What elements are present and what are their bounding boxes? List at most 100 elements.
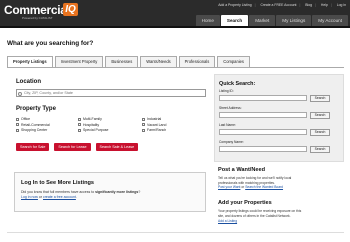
street-address-search-button[interactable]: Search (310, 112, 330, 119)
utility-links: Add a Property Listing | Create a FREE Ac… (214, 3, 346, 7)
quick-search-panel: Quick Search: Listing ID: Search Street … (214, 74, 344, 162)
tab-businesses[interactable]: Businesses (105, 56, 139, 67)
search-icon (18, 91, 22, 96)
want-need-title: Post a Want/Need (218, 167, 266, 173)
footer-divider (7, 232, 344, 233)
listing-id-input[interactable] (219, 95, 307, 101)
logo-wordmark: Commercial (4, 3, 70, 17)
option-multi-family[interactable]: Multi-Family (78, 117, 142, 121)
logo-iq-mark: IQ (63, 3, 78, 16)
tab-baseline (7, 67, 344, 68)
login-promo-box: Log In to See More Listings Did you know… (14, 172, 206, 212)
option-label: Hospitality (83, 122, 100, 127)
tab-wants-needs[interactable]: Wants/Needs (140, 56, 177, 67)
option-label: Retail-Commercial (21, 122, 50, 127)
header-divider (0, 26, 350, 28)
option-label: Industrial (147, 117, 162, 122)
company-name-search-button[interactable]: Search (310, 146, 330, 153)
location-field (16, 89, 206, 97)
nav-tab-search[interactable]: Search (220, 15, 249, 26)
tab-companies[interactable]: Companies (217, 56, 250, 67)
search-for-lease-button[interactable]: Search for Lease (54, 143, 91, 151)
add-property-listing-link[interactable]: Add a Property Listing (218, 3, 251, 7)
option-label: Farm/Ranch (147, 128, 167, 133)
street-address-input[interactable] (219, 112, 307, 118)
tab-professionals[interactable]: Professionals (178, 56, 216, 67)
option-special-purpose[interactable]: Special Purpose (78, 128, 142, 132)
checkbox[interactable] (142, 128, 145, 132)
login-link[interactable]: Log in (337, 3, 346, 7)
nav-tab-my-listings[interactable]: My Listings (276, 15, 312, 26)
option-label: Office (21, 117, 31, 122)
checkbox[interactable] (16, 117, 19, 121)
divider: | (315, 3, 316, 7)
blog-link[interactable]: Blog (305, 3, 312, 7)
quick-search-title: Quick Search: (219, 81, 256, 87)
add-properties-title: Add your Properties (218, 200, 272, 206)
option-label: Multi-Family (83, 117, 102, 122)
location-input[interactable] (17, 90, 205, 96)
divider: | (330, 3, 332, 7)
checkbox[interactable] (142, 117, 145, 121)
search-actions: Search for Sale Search for Lease Search … (16, 143, 139, 151)
promo-text: Did you know that full members have acce… (21, 190, 96, 194)
property-search-form: Location Property Type Office Multi-Fami… (14, 74, 206, 165)
option-label: Shopping Center (21, 128, 48, 133)
option-shopping-center[interactable]: Shopping Center (16, 128, 78, 132)
street-address-label: Street Address: (219, 106, 242, 110)
divider: | (254, 3, 256, 7)
search-wanted-board-link[interactable]: Search the Wanted Board (245, 185, 283, 189)
checkbox[interactable] (78, 117, 81, 121)
last-name-input[interactable] (219, 129, 307, 135)
option-farm-ranch[interactable]: Farm/Ranch (142, 128, 206, 132)
page-title: What are you searching for? (7, 40, 94, 47)
promo-emphasis: significantly more listings (95, 190, 139, 194)
option-vacant-land[interactable]: Vacant Land (142, 123, 206, 127)
create-account-link[interactable]: create a free account (43, 195, 76, 199)
want-need-text: professionals with matching properties. (218, 180, 275, 185)
option-industrial[interactable]: Industrial (142, 117, 206, 121)
option-label: Special Purpose (83, 128, 109, 133)
company-name-label: Company Name: (219, 140, 244, 144)
option-retail-commercial[interactable]: Retail-Commercial (16, 123, 78, 127)
option-hospitality[interactable]: Hospitality (78, 123, 142, 127)
want-need-links: Post your Want or Search the Wanted Boar… (218, 185, 283, 189)
help-link[interactable]: Help (321, 3, 328, 7)
divider: | (299, 3, 301, 7)
login-promo-text: Did you know that full members have acce… (21, 190, 140, 194)
post-your-want-link[interactable]: Post your Want (218, 185, 240, 189)
checkbox[interactable] (78, 128, 81, 132)
add-properties-text: Your property listings could be receivin… (218, 209, 302, 213)
want-need-text: Tell us what you're looking for and we'l… (218, 176, 292, 180)
listing-id-label: Listing ID: (219, 89, 234, 93)
tab-investment-property[interactable]: Investment Property (54, 56, 104, 67)
option-office[interactable]: Office (16, 117, 78, 121)
logo-tagline: Powered by CATALIST (22, 16, 53, 20)
checkbox[interactable] (16, 128, 19, 132)
company-name-input[interactable] (219, 146, 307, 152)
location-heading: Location (16, 79, 41, 85)
period-text: . (75, 195, 77, 199)
nav-tab-my-account[interactable]: My Account (312, 15, 348, 26)
checkbox[interactable] (78, 123, 81, 127)
property-type-heading: Property Type (16, 106, 56, 112)
login-promo-links: Log in now or create a free account. (21, 195, 77, 199)
search-for-sale-button[interactable]: Search for Sale (16, 143, 50, 151)
checkbox[interactable] (16, 123, 19, 127)
last-name-label: Last Name: (219, 123, 236, 127)
search-sale-and-lease-button[interactable]: Search Sale & Lease (95, 143, 139, 151)
add-properties-text: site, and dozens of others in the Catali… (218, 213, 291, 218)
last-name-search-button[interactable]: Search (310, 129, 330, 136)
option-label: Vacant Land (147, 122, 167, 127)
login-promo-title: Log In to See More Listings (21, 180, 95, 186)
add-a-listing-link[interactable]: Add a Listing (218, 219, 237, 223)
checkbox[interactable] (142, 123, 145, 127)
promo-text-end: ? (138, 190, 141, 194)
nav-tab-home[interactable]: Home (195, 15, 220, 26)
top-header: Commercial IQ Powered by CATALIST Add a … (0, 0, 350, 27)
nav-tab-market[interactable]: Market (249, 15, 276, 26)
login-now-link[interactable]: Log in now (21, 195, 38, 199)
search-tabs: Property Listings Investment Property Bu… (7, 56, 250, 68)
create-free-account-link[interactable]: Create a FREE Account (260, 3, 296, 7)
listing-id-search-button[interactable]: Search (310, 95, 330, 102)
